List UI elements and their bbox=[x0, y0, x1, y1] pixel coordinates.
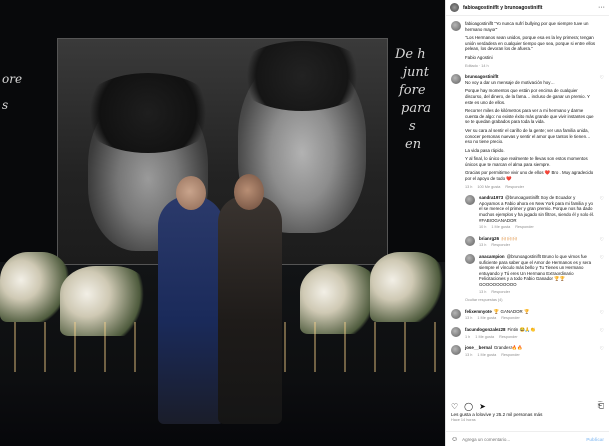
avatar[interactable] bbox=[451, 326, 461, 337]
comment-icon[interactable]: ◯ bbox=[464, 402, 473, 411]
comment-reply: sandra1973 @brunoagostiniflt Soy de Ecuad… bbox=[465, 195, 604, 231]
comment-time: 13 h bbox=[465, 184, 473, 189]
comment-text: Recorrer miles de kilómetros para ver a … bbox=[465, 108, 594, 125]
comment-likes[interactable]: 100 Me gusta bbox=[477, 185, 500, 191]
comment-text: Fintin 😂🙏👏 bbox=[507, 326, 536, 332]
like-comment-icon[interactable]: ♡ bbox=[600, 76, 604, 82]
comment-username[interactable]: brunoagostiniflt bbox=[465, 74, 498, 79]
comment-text: Gracias por permitirme vivir uno de ello… bbox=[465, 170, 594, 182]
post-photo[interactable]: De h junt fore para s en ore s bbox=[0, 0, 445, 446]
publish-button[interactable]: Publicar bbox=[586, 437, 604, 442]
comment-username[interactable]: sandra1973 bbox=[479, 195, 503, 200]
comment-reply: anacampion @brunoagostiniflt Bruno lo que… bbox=[465, 254, 604, 295]
comment-text: Grandes!🔥🔥 bbox=[493, 345, 523, 351]
like-comment-icon[interactable]: ♡ bbox=[600, 255, 604, 262]
post-actions-bar: ♡ ◯ ➤ ⎗ bbox=[446, 400, 609, 412]
caption-line: Fabio Agostini bbox=[465, 54, 493, 60]
like-comment-icon[interactable]: ♡ bbox=[600, 197, 604, 203]
comment-likes[interactable]: 1 Me gusta bbox=[477, 353, 496, 359]
avatar[interactable] bbox=[465, 254, 475, 264]
comment-text: 🙌🏻🙌🏻🙌🏻 bbox=[501, 235, 518, 241]
avatar[interactable] bbox=[451, 308, 461, 319]
comment-text: No voy a dar un mensaje de motivación ho… bbox=[465, 79, 555, 85]
emoji-picker-icon[interactable]: ☺ bbox=[451, 436, 458, 443]
avatar[interactable] bbox=[451, 345, 461, 356]
caption: fabioagostiniflt "Yo nunca sufrí bullyin… bbox=[451, 21, 604, 69]
comment-text: Porque hay momentos que están por encima… bbox=[465, 88, 590, 105]
comment-time: 13 h bbox=[465, 352, 473, 357]
comment-likes[interactable]: 1 Me gusta bbox=[475, 335, 494, 341]
person-right bbox=[218, 174, 282, 424]
reply-button[interactable]: Responder bbox=[515, 225, 534, 231]
like-comment-icon[interactable]: ♡ bbox=[600, 310, 604, 317]
reply-button[interactable]: Responder bbox=[499, 335, 518, 341]
comment-likes[interactable]: 1 Me gusta bbox=[477, 316, 496, 322]
comment-text: Y al final, lo único que realmente te ll… bbox=[465, 156, 588, 167]
comment-input[interactable] bbox=[462, 437, 583, 442]
reply-button[interactable]: Responder bbox=[505, 185, 524, 191]
author-avatar[interactable] bbox=[450, 3, 459, 12]
comments-panel: fabioagostiniflt y brunoagostiniflt ··· … bbox=[445, 0, 609, 446]
save-bookmark-icon[interactable]: ⎗ bbox=[598, 401, 604, 411]
comment-username[interactable]: anacampion bbox=[479, 254, 505, 259]
avatar[interactable] bbox=[451, 21, 461, 31]
post-header-authors[interactable]: fabioagostiniflt y brunoagostiniflt bbox=[463, 5, 542, 11]
likes-summary: Les gusta a lolovive y 25.2 mil personas… bbox=[451, 412, 604, 422]
person-left bbox=[158, 176, 224, 424]
like-post-icon[interactable]: ♡ bbox=[451, 402, 458, 411]
comment-time: 13 h bbox=[479, 243, 487, 248]
avatar[interactable] bbox=[465, 195, 475, 206]
comment-time: 1 h bbox=[465, 334, 471, 339]
like-comment-icon[interactable]: ♡ bbox=[600, 347, 604, 353]
post-date: Hace 14 horas bbox=[451, 418, 476, 422]
comments-feed[interactable]: fabioagostiniflt "Yo nunca sufrí bullyin… bbox=[446, 16, 609, 399]
script-text-right: De h junt fore para s en bbox=[395, 47, 432, 152]
comment-username[interactable]: felixemnyote bbox=[465, 309, 492, 314]
comment-time: 13 h bbox=[465, 316, 473, 321]
comment-text: @brunoagostiniflt Bruno lo que vimos fue… bbox=[479, 254, 592, 287]
avatar[interactable] bbox=[465, 235, 475, 246]
post-header: fabioagostiniflt y brunoagostiniflt ··· bbox=[446, 0, 609, 16]
hide-replies-toggle[interactable]: Ocultar respuestas (4) bbox=[465, 298, 604, 304]
comment-username[interactable]: brianrg26 bbox=[479, 236, 499, 241]
reply-button[interactable]: Responder bbox=[491, 243, 510, 249]
reply-button[interactable]: Responder bbox=[491, 290, 510, 296]
instagram-post-view: De h junt fore para s en ore s fabioagos… bbox=[0, 0, 609, 446]
comment: brunoagostiniflt No voy a dar un mensaje… bbox=[451, 74, 604, 190]
script-text-left: ore s bbox=[2, 72, 23, 112]
add-comment-bar: ☺ Publicar bbox=[446, 431, 609, 447]
reply-button[interactable]: Responder bbox=[501, 316, 520, 322]
comment-text: La vida pasa rápido. bbox=[465, 147, 505, 153]
caption-line: fabioagostiniflt "Yo nunca sufrí bullyin… bbox=[465, 21, 589, 32]
comment: facundogonzalez28 Fintin 😂🙏👏 1 h 1 Me gus… bbox=[451, 326, 604, 341]
comment: jose__bernal Grandes!🔥🔥 13 h 1 Me gusta R… bbox=[451, 345, 604, 358]
comment-username[interactable]: jose__bernal bbox=[465, 345, 492, 350]
comment-time: 10 h bbox=[479, 225, 487, 230]
caption-edited: Editado · 14 h bbox=[465, 63, 489, 68]
comment: felixemnyote 🏆 GANADOR 🏆 13 h 1 Me gusta … bbox=[451, 308, 604, 322]
comment-username[interactable]: facundogonzalez28 bbox=[465, 327, 506, 332]
comment-time: 13 h bbox=[479, 289, 487, 294]
comment-reply: brianrg26 🙌🏻🙌🏻🙌🏻 13 h Responder ♡ bbox=[465, 235, 604, 249]
reply-button[interactable]: Responder bbox=[501, 353, 520, 359]
comment-text: 🏆 GANADOR 🏆 bbox=[493, 308, 530, 314]
share-icon[interactable]: ➤ bbox=[479, 402, 486, 411]
caption-line: "Los Hermanos sean unidos, porque esa es… bbox=[465, 35, 596, 52]
more-options-icon[interactable]: ··· bbox=[598, 4, 605, 11]
avatar[interactable] bbox=[451, 74, 461, 85]
like-comment-icon[interactable]: ♡ bbox=[600, 237, 604, 244]
comment-likes[interactable]: 1 Me gusta bbox=[491, 225, 510, 231]
likes-text[interactable]: Les gusta a lolovive y 25.2 mil personas… bbox=[451, 412, 604, 417]
flower-arrangement bbox=[370, 252, 445, 322]
comment-text: Ver su cara al sentir el cariño de la ge… bbox=[465, 127, 591, 145]
like-comment-icon[interactable]: ♡ bbox=[600, 328, 604, 335]
